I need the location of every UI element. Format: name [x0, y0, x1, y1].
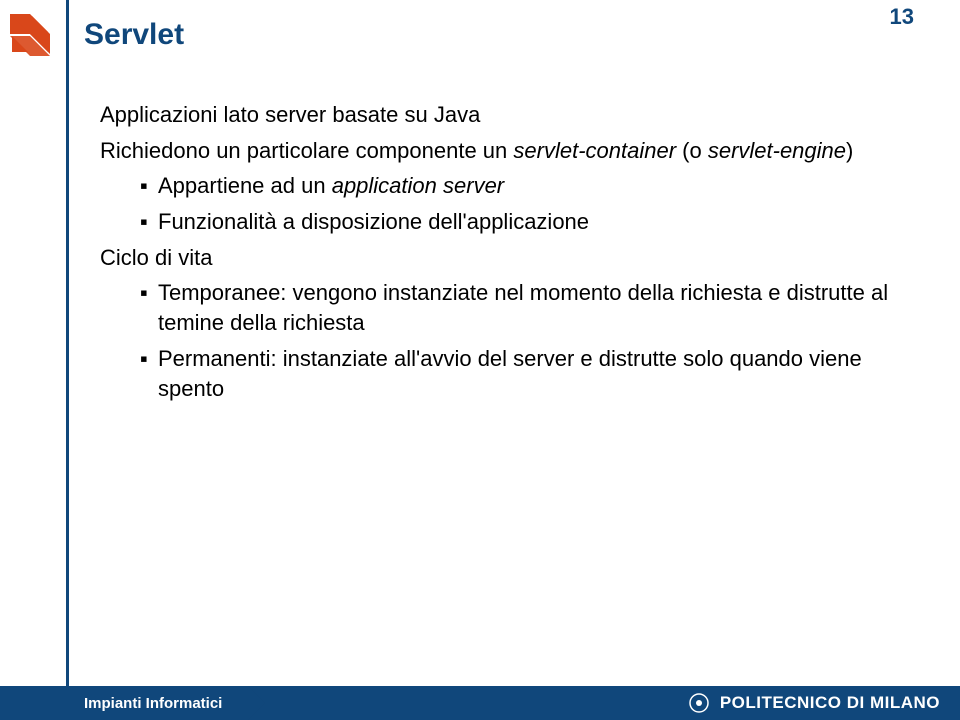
slide-title: Servlet — [84, 18, 184, 52]
arrow-down-right-icon — [8, 12, 52, 56]
text: Applicazioni lato server basate su Java — [100, 102, 480, 127]
text: Permanenti: instanziate all'avvio del se… — [158, 344, 896, 403]
polimi-logo-icon — [688, 692, 710, 714]
footer-right: POLITECNICO DI MILANO — [688, 686, 940, 720]
bullet-lvl1: Richiedono un particolare componente un … — [100, 136, 900, 166]
text-italic: servlet-engine — [708, 138, 846, 163]
bullet-lvl1: Applicazioni lato server basate su Java — [100, 100, 900, 130]
bullet-lvl2: ▪Permanenti: instanziate all'avvio del s… — [100, 344, 900, 403]
page-number: 13 — [890, 4, 914, 30]
bullet-marker-icon: ▪ — [140, 278, 158, 308]
text: Ciclo di vita — [100, 245, 212, 270]
content-area: Applicazioni lato server basate su Java … — [100, 100, 900, 409]
text: Funzionalità a disposizione dell'applica… — [158, 207, 896, 237]
slide: Servlet 13 Applicazioni lato server basa… — [0, 0, 960, 720]
footer-left-tab: Impianti Informatici — [0, 686, 248, 720]
bullet-lvl2: ▪Temporanee: vengono instanziate nel mom… — [100, 278, 900, 337]
bullet-marker-icon: ▪ — [140, 171, 158, 201]
bullet-lvl2: ▪Funzionalità a disposizione dell'applic… — [100, 207, 900, 237]
text: Richiedono un particolare componente un — [100, 138, 513, 163]
bullet-lvl1: Ciclo di vita — [100, 243, 900, 273]
vertical-divider — [66, 0, 69, 720]
text: ) — [846, 138, 853, 163]
bullet-marker-icon: ▪ — [140, 344, 158, 374]
text-italic: application server — [332, 173, 504, 198]
text: Temporanee: vengono instanziate nel mome… — [158, 278, 896, 337]
footer-right-text: POLITECNICO DI MILANO — [720, 693, 940, 713]
bullet-lvl2: ▪Appartiene ad un application server — [100, 171, 900, 201]
text: (o — [676, 138, 708, 163]
text-italic: servlet-container — [513, 138, 676, 163]
bullet-marker-icon: ▪ — [140, 207, 158, 237]
footer-left-text: Impianti Informatici — [84, 695, 222, 712]
text: Appartiene ad un — [158, 173, 332, 198]
footer-bar: Impianti Informatici POLITECNICO DI MILA… — [0, 686, 960, 720]
